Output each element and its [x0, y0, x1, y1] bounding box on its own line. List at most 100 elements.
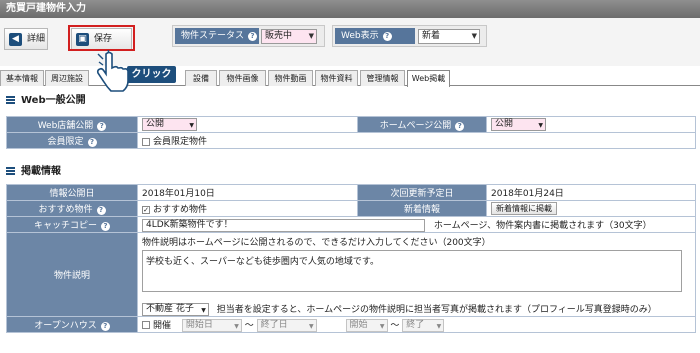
help-icon[interactable]: ? — [87, 138, 97, 147]
back-arrow-icon: ◀ — [9, 33, 22, 46]
detail-label: 詳細 — [27, 34, 46, 44]
help-icon[interactable]: ? — [248, 32, 258, 41]
store-public-select[interactable]: 公開 ▼ — [142, 118, 198, 131]
status-group: 物件ステータス? 販売中 ▼ — [172, 25, 325, 47]
description-textarea[interactable]: 学校も近く、スーパーなども徒歩圏内で人気の地域です。 — [142, 250, 682, 292]
dropdown-arrow-icon: ▼ — [234, 322, 239, 330]
pub-date-label: 情報公開日 — [6, 184, 138, 201]
open-house-label: オープンハウス? — [6, 316, 138, 333]
open-house-text: 開催 — [153, 320, 172, 331]
dropdown-arrow-icon: ▼ — [436, 322, 442, 330]
web-display-label-text: Web表示 — [341, 31, 379, 41]
section-icon — [6, 166, 15, 176]
home-public-value: 公開 — [495, 119, 514, 129]
new-info-button[interactable]: 新着情報に掲載 — [491, 202, 557, 215]
pointing-hand-icon — [96, 50, 129, 92]
tab-equipment[interactable]: 設備 — [185, 70, 217, 86]
web-display-value: 新着 — [422, 31, 441, 41]
open-house-label-text: オープンハウス — [34, 321, 97, 331]
agent-row: 不動産 花子 ▼ 担当者を設定すると、ホームページの物件説明に担当者写真が掲載され… — [142, 302, 691, 316]
catch-copy-label: キャッチコピー? — [6, 216, 138, 233]
recommend-cell: ✓ おすすめ物件 — [137, 200, 358, 217]
next-update-label: 次回更新予定日 — [357, 184, 487, 201]
tab-nearby[interactable]: 周辺施設 — [45, 70, 89, 86]
tab-web[interactable]: Web掲載 — [407, 70, 450, 87]
recommend-label: おすすめ物件? — [6, 200, 138, 217]
help-icon[interactable]: ? — [97, 122, 107, 131]
tab-documents[interactable]: 物件資料 — [315, 70, 358, 86]
member-only-cell: 会員限定物件 — [137, 132, 696, 149]
click-callout: クリック — [127, 66, 176, 83]
detail-button[interactable]: ◀ 詳細 — [4, 28, 48, 50]
recommend-text: おすすめ物件 — [153, 205, 208, 215]
member-only-text: 会員限定物件 — [153, 137, 208, 147]
start-time-value: 開始 — [349, 319, 368, 330]
web-public-table: Web店舗公開? 公開 ▼ ホームページ公開? 公開 ▼ 会員限定? 会員限定物… — [6, 116, 696, 149]
help-icon[interactable]: ? — [382, 32, 392, 41]
save-highlight-frame — [68, 25, 135, 51]
web-display-select[interactable]: 新着 ▼ — [418, 29, 480, 44]
recommend-label-text: おすすめ物件 — [38, 205, 93, 215]
store-public-value: 公開 — [146, 119, 165, 129]
web-public-title: Web一般公開 — [21, 95, 86, 106]
tab-images[interactable]: 物件画像 — [219, 70, 266, 86]
catch-copy-input[interactable]: 4LDK新築物件です！ — [142, 218, 425, 232]
dropdown-arrow-icon: ▼ — [379, 322, 385, 330]
status-label: 物件ステータス? — [175, 28, 259, 44]
time-range-tilde: 〜 — [390, 320, 400, 331]
agent-value: 不動産 花子 — [146, 304, 194, 314]
dropdown-arrow-icon: ▼ — [201, 307, 206, 314]
dropdown-arrow-icon: ▼ — [471, 32, 477, 40]
description-note: 物件説明はホームページに公開されるので、できるだけ入力してください（200文字） — [142, 238, 491, 248]
status-label-text: 物件ステータス — [181, 31, 245, 41]
member-only-label: 会員限定? — [6, 132, 138, 149]
open-house-cell: 開催 開始日 ▼ 〜 終了日 ▼ 開始 ▼ 〜 終了 ▼ — [137, 316, 696, 333]
pub-date-value: 2018年01月10日 — [137, 184, 358, 201]
web-public-heading: Web一般公開 — [6, 94, 86, 108]
end-date-select[interactable]: 終了日 ▼ — [256, 318, 317, 332]
listing-table: 情報公開日 2018年01月10日 次回更新予定日 2018年01月24日 おす… — [6, 184, 696, 333]
member-only-checkbox[interactable] — [142, 137, 150, 146]
new-info-label: 新着情報 — [357, 200, 487, 217]
dropdown-arrow-icon: ▼ — [308, 32, 314, 40]
start-date-select[interactable]: 開始日 ▼ — [181, 318, 242, 332]
end-time-value: 終了 — [406, 319, 425, 330]
agent-note: 担当者を設定すると、ホームページの物件説明に担当者写真が掲載されます（プロフィー… — [216, 305, 657, 315]
dropdown-arrow-icon: ▼ — [189, 122, 195, 129]
recommend-checkbox[interactable]: ✓ — [142, 205, 150, 214]
tab-basic[interactable]: 基本情報 — [0, 70, 44, 86]
listing-heading: 掲載情報 — [6, 165, 61, 179]
store-public-label-text: Web店舗公開 — [37, 121, 94, 131]
start-time-select[interactable]: 開始 ▼ — [345, 318, 388, 332]
section-icon — [6, 95, 15, 105]
start-date-value: 開始日 — [185, 319, 213, 330]
new-info-cell: 新着情報に掲載 — [486, 200, 696, 217]
end-time-select[interactable]: 終了 ▼ — [402, 318, 445, 332]
home-public-cell: 公開 ▼ — [486, 116, 696, 133]
dropdown-arrow-icon: ▼ — [309, 322, 314, 330]
status-select[interactable]: 販売中 ▼ — [261, 29, 317, 44]
date-range-tilde: 〜 — [244, 320, 254, 331]
help-icon[interactable]: ? — [101, 222, 110, 231]
catch-copy-label-text: キャッチコピー — [33, 221, 97, 231]
tab-management[interactable]: 管理情報 — [360, 70, 405, 86]
web-display-group: Web表示? 新着 ▼ — [332, 25, 487, 47]
store-public-cell: 公開 ▼ — [137, 116, 358, 133]
catch-copy-cell: 4LDK新築物件です！ ホームページ、物件案内書に掲載されます（30文字） — [137, 216, 696, 233]
description-cell: 物件説明はホームページに公開されるので、できるだけ入力してください（200文字）… — [137, 232, 696, 317]
help-icon[interactable]: ? — [455, 122, 465, 131]
dropdown-arrow-icon: ▼ — [538, 122, 544, 129]
catch-copy-note: ホームページ、物件案内書に掲載されます（30文字） — [433, 220, 652, 231]
member-only-label-text: 会員限定 — [47, 137, 84, 147]
window-title: 売買戸建物件入力 — [0, 0, 700, 18]
help-icon[interactable]: ? — [96, 206, 106, 215]
tab-video[interactable]: 物件動画 — [268, 70, 313, 86]
agent-select[interactable]: 不動産 花子 ▼ — [142, 303, 209, 316]
open-house-checkbox[interactable] — [142, 321, 150, 329]
home-public-select[interactable]: 公開 ▼ — [491, 118, 547, 131]
end-date-value: 終了日 — [260, 319, 288, 330]
home-public-label-text: ホームページ公開 — [379, 121, 452, 131]
store-public-label: Web店舗公開? — [6, 116, 138, 133]
web-display-label: Web表示? — [335, 28, 415, 44]
help-icon[interactable]: ? — [100, 322, 110, 331]
